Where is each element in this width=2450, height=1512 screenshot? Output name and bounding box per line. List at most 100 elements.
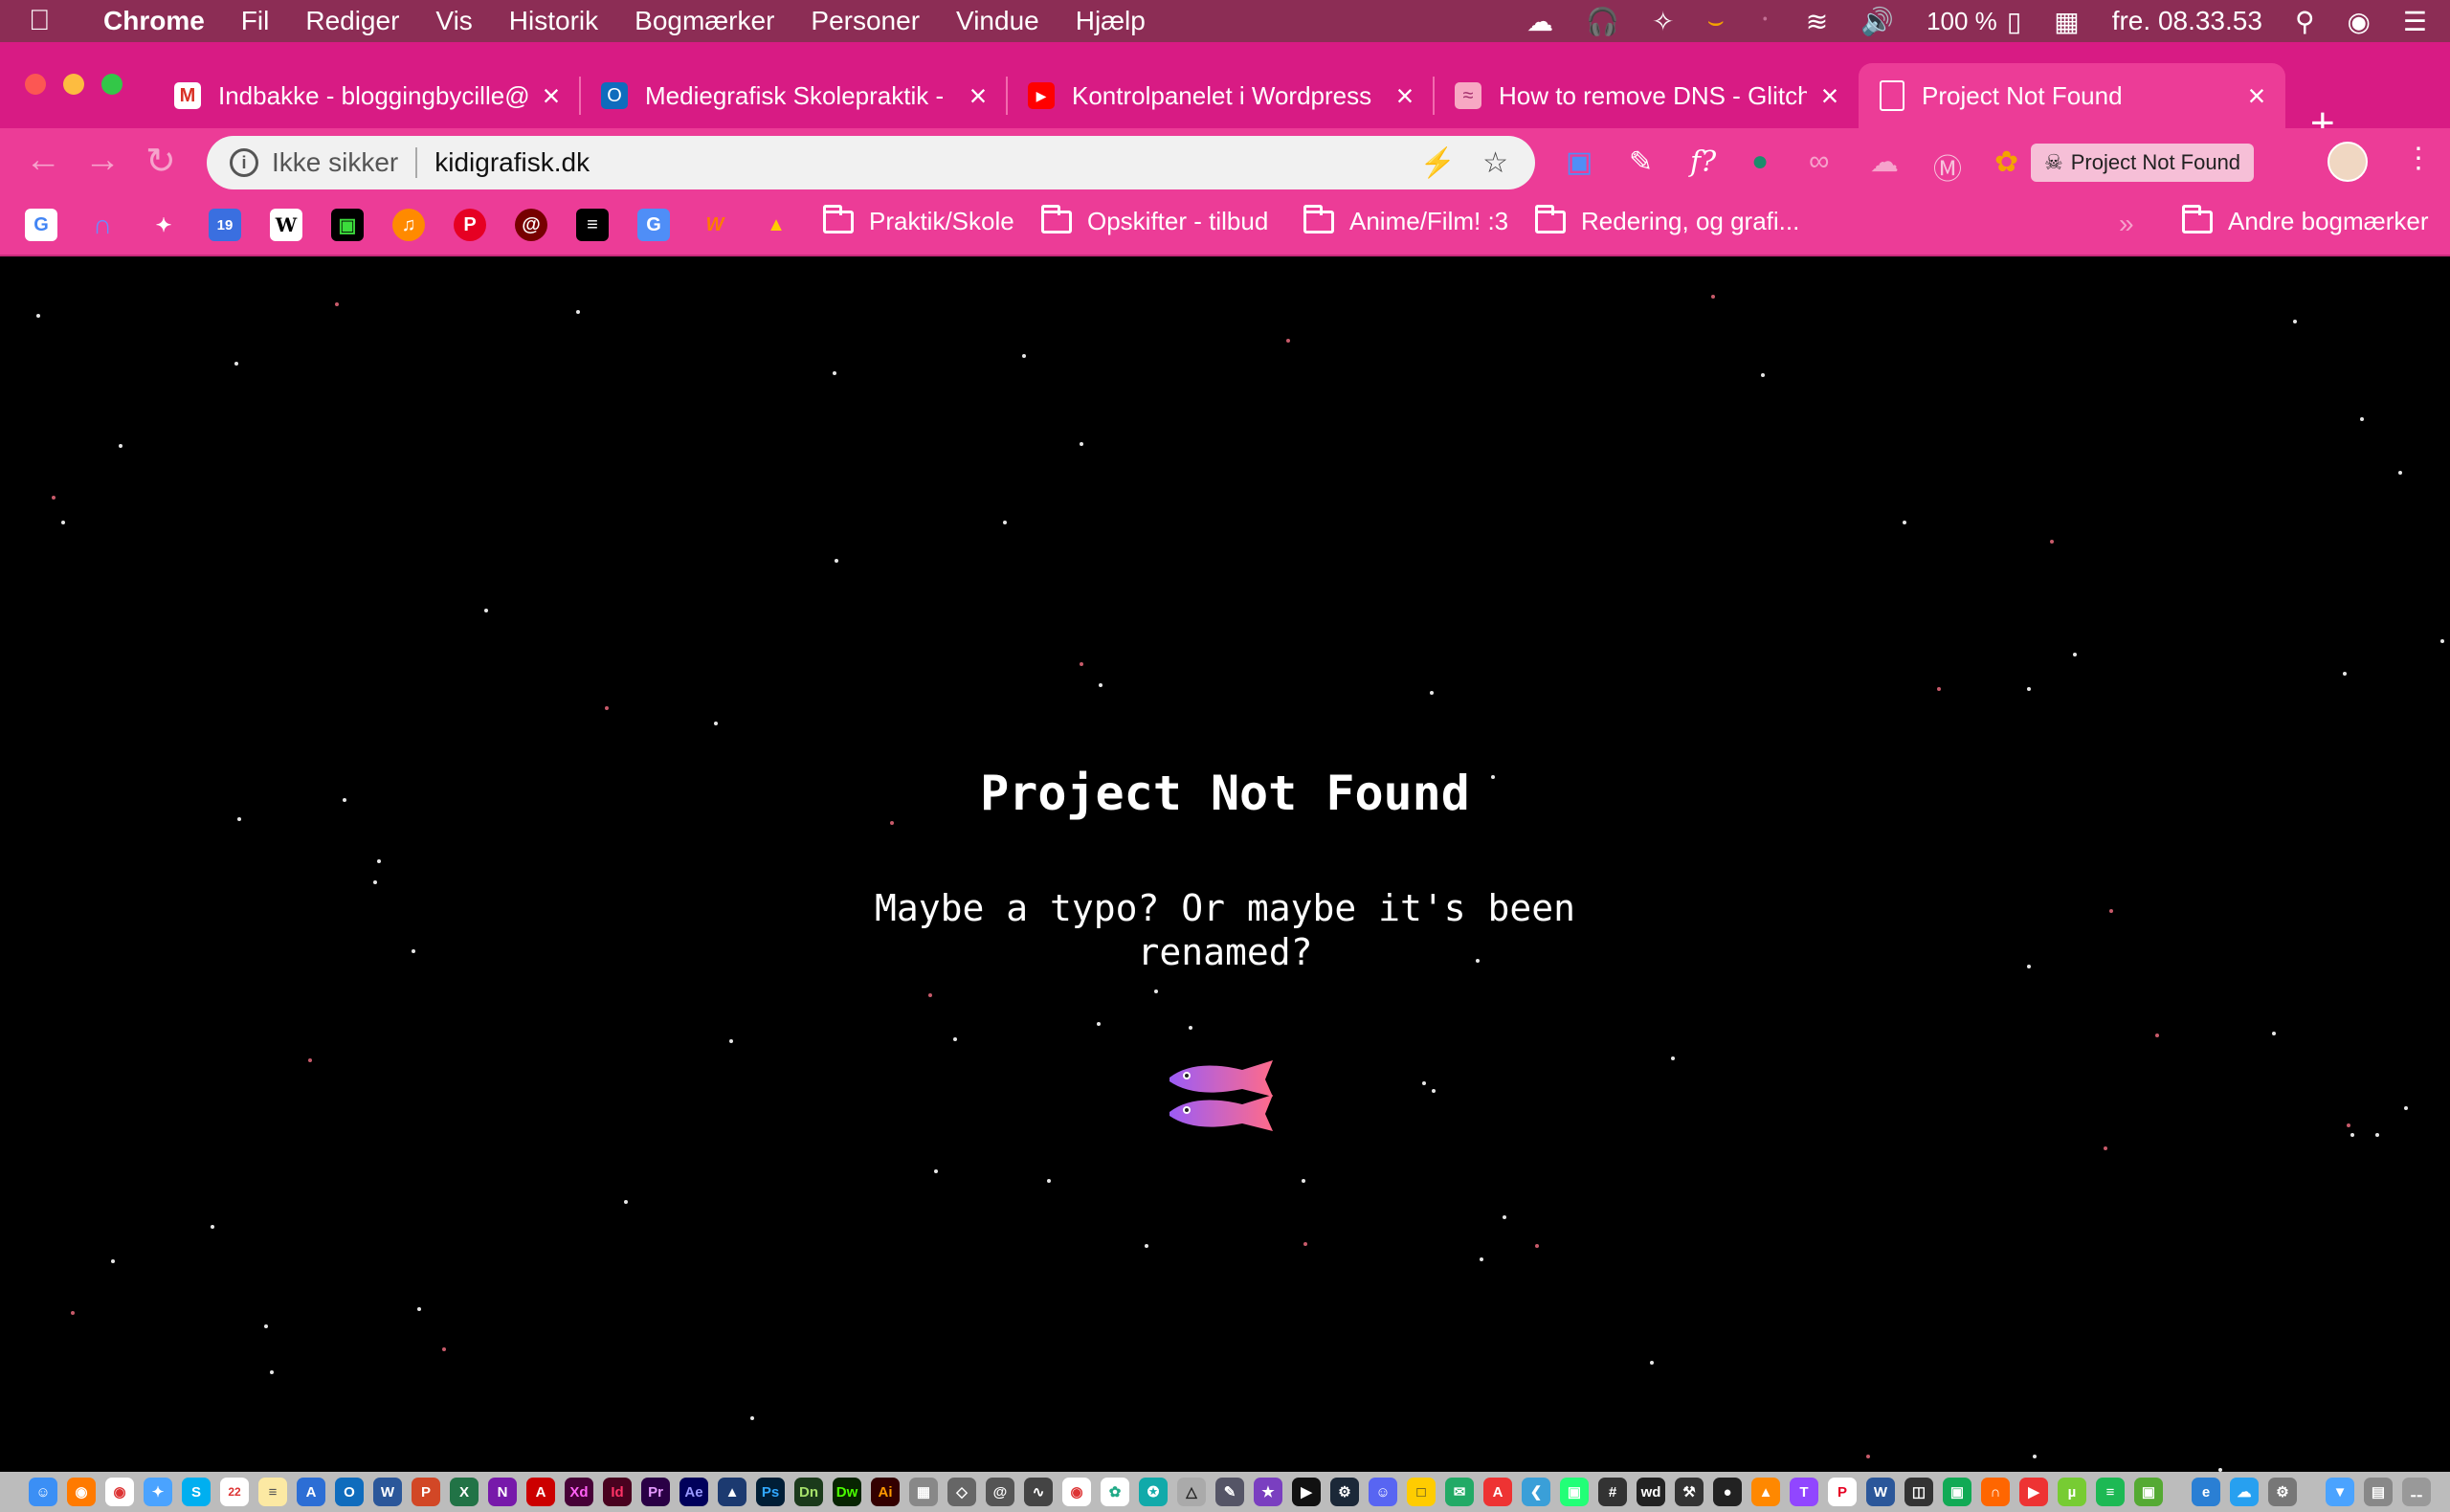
documents-stack-icon[interactable]: ▤ — [2364, 1478, 2393, 1506]
eyedropper-icon[interactable]: ✎ — [1629, 145, 1653, 179]
pinterest-dock-icon[interactable]: P — [1828, 1478, 1857, 1506]
obs-icon[interactable]: ● — [1713, 1478, 1742, 1506]
headphones-dock-icon[interactable]: ∩ — [1981, 1478, 2010, 1506]
translate-bookmark-icon[interactable]: G — [637, 209, 670, 241]
loom-icon[interactable]: ✿ — [1994, 145, 2018, 179]
compass-icon[interactable]: ✪ — [1139, 1478, 1168, 1506]
close-tab-icon[interactable]: × — [965, 78, 991, 114]
premiere-icon[interactable]: Pr — [641, 1478, 670, 1506]
forward-arrow-icon[interactable]: → — [84, 140, 121, 181]
word-dock-icon[interactable]: W — [1866, 1478, 1895, 1506]
notification-center-icon[interactable]: ☰ — [2403, 6, 2427, 37]
menu-historik[interactable]: Historik — [509, 6, 598, 36]
clock[interactable]: fre. 08.33.53 — [2112, 6, 2262, 36]
onenote-icon[interactable]: N — [488, 1478, 517, 1506]
tab-glitch[interactable]: ≈ How to remove DNS - Glitch × — [1434, 63, 1859, 128]
vscode-icon[interactable]: ❮ — [1522, 1478, 1550, 1506]
menu-app-name[interactable]: Chrome — [103, 6, 205, 36]
vlc-icon[interactable]: ▲ — [1751, 1478, 1780, 1506]
messages-icon[interactable]: ✉ — [1445, 1478, 1474, 1506]
excel-icon[interactable]: X — [450, 1478, 479, 1506]
close-tab-icon[interactable]: × — [2243, 78, 2270, 114]
scroll-icon[interactable]: ∿ — [1024, 1478, 1053, 1506]
indesign-icon[interactable]: Id — [603, 1478, 632, 1506]
green-box-icon[interactable]: ▣ — [331, 209, 364, 241]
menu-fil[interactable]: Fil — [241, 6, 270, 36]
m-extension-icon[interactable]: Ⓜ — [1933, 145, 1962, 188]
tab-gmail[interactable]: M Indbakke - bloggingbycille@ × — [153, 63, 581, 128]
creative-cloud-icon[interactable]: ☁ — [1526, 6, 1553, 37]
grammarly-icon[interactable]: ● — [1751, 145, 1769, 178]
photoshop-icon[interactable]: Ps — [756, 1478, 785, 1506]
safari-icon[interactable]: ✦ — [144, 1478, 172, 1506]
imovie-icon[interactable]: ★ — [1254, 1478, 1282, 1506]
soundcloud-icon[interactable]: ☁ — [1870, 145, 1899, 179]
google-translate-icon[interactable]: ▣ — [1566, 145, 1592, 179]
dimension-icon[interactable]: Dn — [794, 1478, 823, 1506]
pen-icon[interactable]: ✎ — [1215, 1478, 1244, 1506]
game-icon[interactable]: ✦ — [147, 209, 180, 241]
menu-personer[interactable]: Personer — [811, 6, 920, 36]
bookmark-folder-opskifter[interactable]: Opskifter - tilbud — [1041, 204, 1268, 236]
tools-icon[interactable]: ⚒ — [1675, 1478, 1704, 1506]
cube-icon[interactable]: ▣ — [1943, 1478, 1971, 1506]
more-bookmarks-chevron-icon[interactable]: » — [2119, 209, 2134, 239]
battery-percent[interactable]: 100 % — [1927, 7, 1997, 36]
battery-icon[interactable]: ▯ — [2007, 6, 2021, 37]
menu-bogmaerker[interactable]: Bogmærker — [635, 6, 774, 36]
tab-wordpress[interactable]: ▶ Kontrolpanelet i Wordpress × — [1007, 63, 1435, 128]
input-source-icon[interactable]: ▦ — [2054, 6, 2079, 37]
extension-chip[interactable]: ☠ Project Not Found — [2031, 144, 2255, 182]
tab-project-not-found[interactable]: Project Not Found × — [1859, 63, 2285, 128]
wifi-icon[interactable]: ≋ — [1806, 6, 1828, 37]
minimize-window-button[interactable] — [63, 74, 84, 95]
skype-icon[interactable]: S — [182, 1478, 211, 1506]
menu-hjaelp[interactable]: Hjælp — [1076, 6, 1146, 36]
headphones-icon[interactable]: 🎧 — [1586, 6, 1619, 37]
color-wheel-icon[interactable]: ✿ — [1101, 1478, 1129, 1506]
wikipedia-icon[interactable]: W — [270, 209, 302, 241]
bootcamp-icon[interactable]: ◇ — [947, 1478, 976, 1506]
slack-icon[interactable]: # — [1598, 1478, 1627, 1506]
music-icon[interactable]: ♫ — [392, 209, 425, 241]
word-icon[interactable]: W — [373, 1478, 402, 1506]
profile-avatar[interactable] — [2328, 142, 2368, 182]
edge-icon[interactable]: e — [2192, 1478, 2220, 1506]
calendar-dock-icon[interactable]: 22 — [220, 1478, 249, 1506]
whatfont-icon[interactable]: f? — [1690, 145, 1716, 179]
magnet-icon[interactable]: ∩ — [86, 209, 119, 241]
system-monitor-icon[interactable]: ▣ — [1560, 1478, 1589, 1506]
folder-dock-icon[interactable]: □ — [1407, 1478, 1436, 1506]
squarespace-icon[interactable]: ≡ — [576, 209, 609, 241]
bookmark-folder-anime[interactable]: Anime/Film! :3 — [1303, 204, 1508, 236]
info-icon[interactable]: i — [230, 148, 258, 177]
back-arrow-icon[interactable]: ← — [25, 140, 61, 181]
close-window-button[interactable] — [25, 74, 46, 95]
google-icon[interactable]: G — [25, 209, 57, 241]
powerpoint-icon[interactable]: P — [412, 1478, 440, 1506]
chrome-menu-icon[interactable]: ⋮ — [2404, 142, 2433, 175]
google-drive-icon[interactable]: ▲ — [760, 209, 792, 241]
bookmark-folder-praktik[interactable]: Praktik/Skole — [823, 204, 1014, 236]
alfred-icon[interactable]: ✧ — [1652, 6, 1674, 37]
settings-dock-icon[interactable]: ⚙ — [2268, 1478, 2297, 1506]
play-icon[interactable]: ▶ — [2019, 1478, 2048, 1506]
not-secure-label[interactable]: Ikke sikker — [272, 147, 398, 178]
calendar-icon[interactable]: 19 — [209, 209, 241, 241]
xd-icon[interactable]: Xd — [565, 1478, 593, 1506]
minecraft-icon[interactable]: ▣ — [2134, 1478, 2163, 1506]
bookmark-star-icon[interactable]: ☆ — [1482, 146, 1508, 180]
url-text[interactable]: kidigrafisk.dk — [434, 147, 1419, 178]
pinterest-icon[interactable]: P — [454, 209, 486, 241]
twitch-icon[interactable]: T — [1790, 1478, 1818, 1506]
notes-icon[interactable]: ≡ — [258, 1478, 287, 1506]
spiral-icon[interactable]: @ — [515, 209, 547, 241]
monitor-icon[interactable]: ◫ — [1904, 1478, 1933, 1506]
after-effects-icon[interactable]: Ae — [679, 1478, 708, 1506]
dreamweaver-icon[interactable]: Dw — [833, 1478, 861, 1506]
bookmark-folder-redering[interactable]: Redering, og grafi... — [1535, 204, 1799, 236]
reload-icon[interactable]: ↻ — [145, 140, 176, 183]
utorrent-icon[interactable]: µ — [2058, 1478, 2086, 1506]
menu-rediger[interactable]: Rediger — [305, 6, 399, 36]
outlook-dock-icon[interactable]: O — [335, 1478, 364, 1506]
